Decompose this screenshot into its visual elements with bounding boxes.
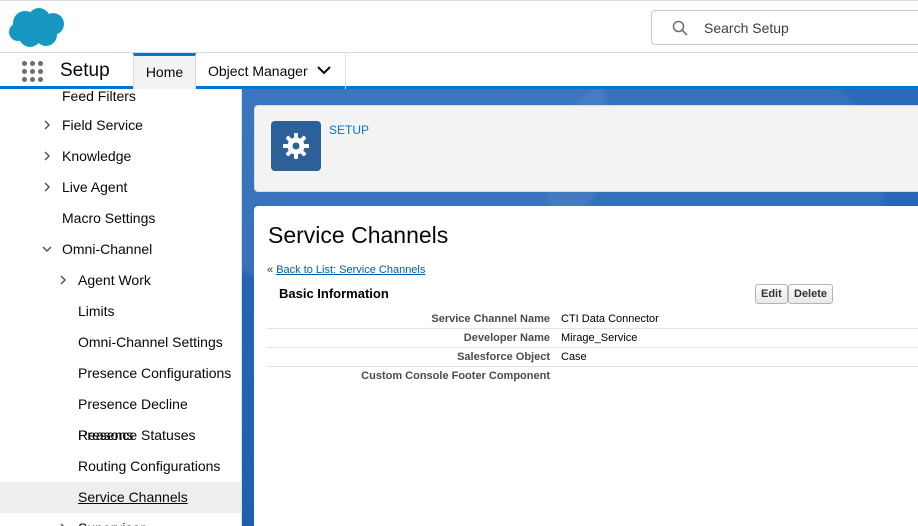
back-prefix: «: [267, 264, 277, 276]
search-icon: [672, 20, 688, 36]
detail-row: Salesforce Object Case: [267, 348, 918, 367]
global-header: Search Setup: [0, 0, 918, 53]
field-label: Service Channel Name: [431, 313, 550, 325]
sidebar-item-supervisor[interactable]: Supervisor: [0, 513, 241, 526]
sidebar-item-routing-configurations[interactable]: Routing Configurations: [0, 451, 241, 482]
page-header: SETUP: [254, 105, 918, 192]
sidebar-item-label: Presence Configurations: [78, 365, 232, 381]
sidebar-item-label: Omni-Channel: [62, 241, 153, 257]
page-title: Service Channels: [268, 222, 449, 248]
tab-home[interactable]: Home: [133, 53, 196, 89]
sidebar-item-live-agent[interactable]: Live Agent: [0, 172, 241, 203]
context-bar: Setup Home Object Manager: [0, 53, 918, 89]
app-launcher-icon[interactable]: [22, 61, 44, 83]
tab-object-manager[interactable]: Object Manager: [196, 53, 346, 89]
salesforce-cloud-logo[interactable]: [8, 7, 66, 49]
breadcrumb[interactable]: SETUP: [329, 123, 369, 137]
sidebar-item-presence-configurations[interactable]: Presence Configurations: [0, 358, 241, 389]
field-value: Case: [561, 351, 587, 363]
detail-row: Developer Name Mirage_Service: [267, 329, 918, 348]
sidebar-item-label: Presence Statuses: [78, 427, 196, 443]
sidebar-item-label: Routing Configurations: [78, 458, 221, 474]
back-to-list: « Back to List: Service Channels: [267, 264, 425, 276]
chevron-right-icon[interactable]: [58, 275, 68, 285]
sidebar-item-label: Feed Filters: [62, 89, 136, 104]
sidebar-item-label: Knowledge: [62, 148, 132, 164]
field-value: CTI Data Connector: [561, 313, 659, 325]
tab-object-manager-label: Object Manager: [208, 63, 308, 79]
sidebar-item-feed-filters[interactable]: Feed Filters: [0, 89, 241, 112]
sidebar-item-service-channels[interactable]: Service Channels: [0, 482, 241, 513]
sidebar-item-label: Service Channels: [78, 489, 188, 505]
section-title: Basic Information: [279, 286, 389, 301]
sidebar-item-presence-statuses[interactable]: Presence Statuses: [0, 420, 241, 451]
chevron-down-icon[interactable]: [317, 66, 331, 75]
sidebar-item-label: Live Agent: [62, 179, 128, 195]
setup-gear-icon: [271, 121, 321, 171]
edit-button[interactable]: Edit: [755, 284, 788, 304]
chevron-right-icon[interactable]: [42, 120, 52, 130]
sidebar-item-field-service[interactable]: Field Service: [0, 110, 241, 141]
sidebar-item-knowledge[interactable]: Knowledge: [0, 141, 241, 172]
sidebar-item-label: Macro Settings: [62, 210, 156, 226]
back-to-list-link[interactable]: Back to List: Service Channels: [276, 264, 425, 276]
gear-icon: [283, 133, 309, 159]
search-setup-input[interactable]: Search Setup: [651, 10, 918, 45]
sidebar-item-label: Agent Work: [78, 272, 151, 288]
chevron-right-icon[interactable]: [42, 151, 52, 161]
sidebar-item-macro-settings[interactable]: Macro Settings: [0, 203, 241, 234]
chevron-down-icon[interactable]: [42, 244, 52, 254]
main-area: SETUP Service Channels « Back to List: S…: [242, 89, 918, 526]
setup-sidebar: Feed Filters Field Service Knowledge Liv…: [0, 89, 242, 526]
field-label: Custom Console Footer Component: [361, 370, 550, 382]
sidebar-item-limits[interactable]: Limits: [0, 296, 241, 327]
field-value: Mirage_Service: [561, 332, 638, 344]
detail-row: Service Channel Name CTI Data Connector: [267, 310, 918, 329]
chevron-right-icon[interactable]: [42, 182, 52, 192]
sidebar-item-agent-work[interactable]: Agent Work: [0, 265, 241, 296]
field-label: Developer Name: [463, 332, 550, 344]
delete-button[interactable]: Delete: [788, 284, 834, 304]
sidebar-item-omni-channel-settings[interactable]: Omni-Channel Settings: [0, 327, 241, 358]
app-name: Setup: [60, 60, 110, 81]
detail-row: Custom Console Footer Component: [267, 367, 918, 386]
search-placeholder: Search Setup: [704, 20, 789, 36]
field-label: Salesforce Object: [457, 351, 550, 363]
sidebar-item-presence-decline-reasons[interactable]: Presence Decline Reasons: [0, 389, 241, 443]
detail-panel: Service Channels « Back to List: Service…: [254, 206, 918, 526]
sidebar-item-label: Supervisor: [78, 513, 145, 526]
sidebar-item-omni-channel[interactable]: Omni-Channel: [0, 234, 241, 265]
sidebar-item-label: Omni-Channel Settings: [78, 334, 223, 350]
sidebar-item-label: Field Service: [62, 117, 143, 133]
sidebar-item-label: Limits: [78, 303, 115, 319]
